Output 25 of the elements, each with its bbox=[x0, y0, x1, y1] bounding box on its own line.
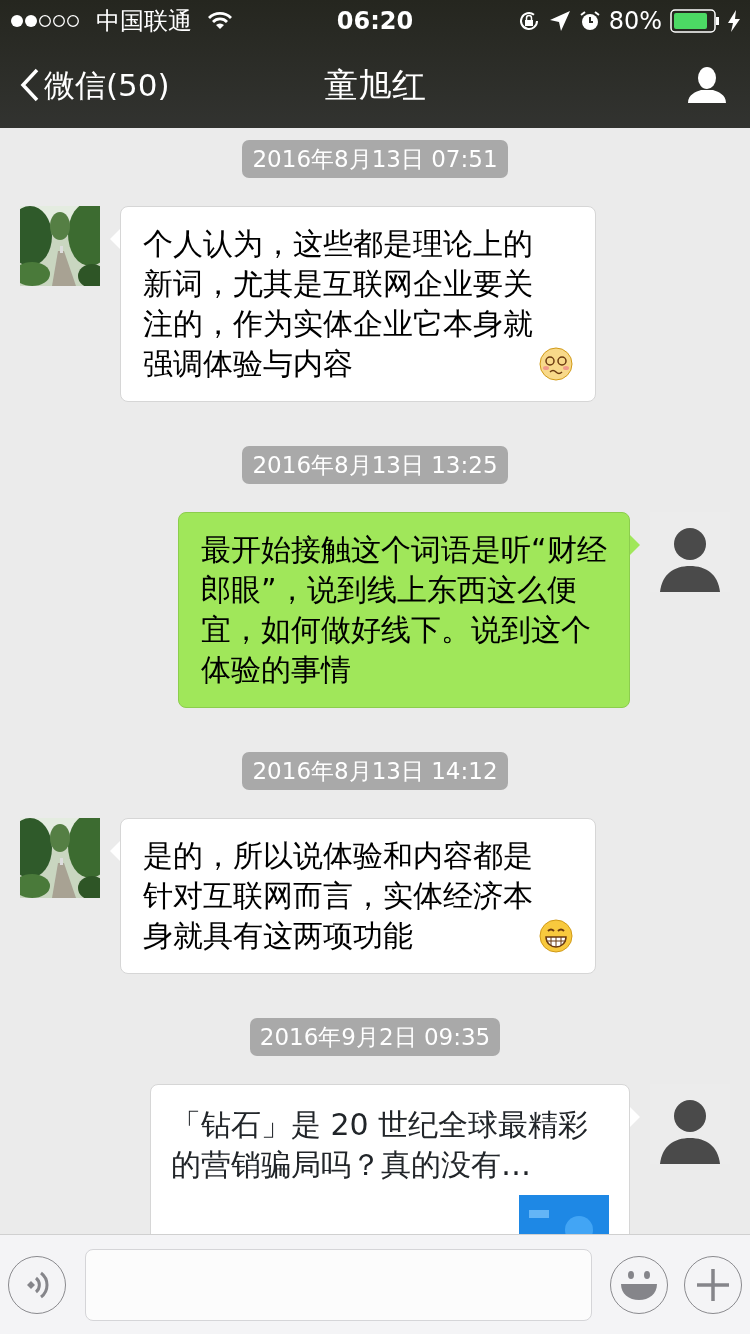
wifi-icon bbox=[208, 12, 232, 30]
grinning-face-icon bbox=[539, 919, 573, 953]
timestamp: 2016年8月13日 14:12 bbox=[242, 752, 508, 790]
timestamp: 2016年9月2日 09:35 bbox=[249, 1018, 501, 1056]
message-text: 最开始接触这个词语是听“财经郎眼”，说到线上东西这么便宜，如何做好线下。说到这个体验的事情 bbox=[201, 531, 607, 689]
battery-icon bbox=[670, 9, 720, 33]
battery-percent: 80% bbox=[608, 6, 662, 37]
chat-title: 童旭红 bbox=[324, 64, 426, 105]
dizzy-face-icon bbox=[539, 347, 573, 381]
carrier-name: 中国联通 bbox=[96, 6, 192, 37]
clock-time: 06:20 bbox=[336, 7, 414, 35]
location-icon bbox=[548, 10, 571, 32]
alarm-icon bbox=[578, 10, 601, 32]
message-text: 是的，所以说体验和内容都是针对互联网而言，实体经济本身就具有这两项功能 bbox=[143, 837, 534, 955]
timestamp: 2016年8月13日 13:25 bbox=[242, 446, 508, 484]
profile-icon[interactable] bbox=[688, 67, 726, 103]
charging-icon bbox=[728, 10, 740, 32]
message-input[interactable] bbox=[85, 1248, 592, 1321]
signal-icon bbox=[10, 14, 80, 28]
message-text: 个人认为，这些都是理论上的新词，尤其是互联网企业要关注的，作为实体企业它本身就强调体验与内容 bbox=[143, 225, 534, 383]
back-chevron-icon bbox=[20, 68, 40, 102]
link-title: 「钻石」是 20 世纪全球最精彩的营销骗局吗？真的没有… bbox=[171, 1106, 590, 1184]
timestamp: 2016年8月13日 07:51 bbox=[242, 140, 508, 178]
plus-icon bbox=[696, 1267, 730, 1302]
back-button[interactable]: 微信(50) bbox=[20, 61, 170, 109]
